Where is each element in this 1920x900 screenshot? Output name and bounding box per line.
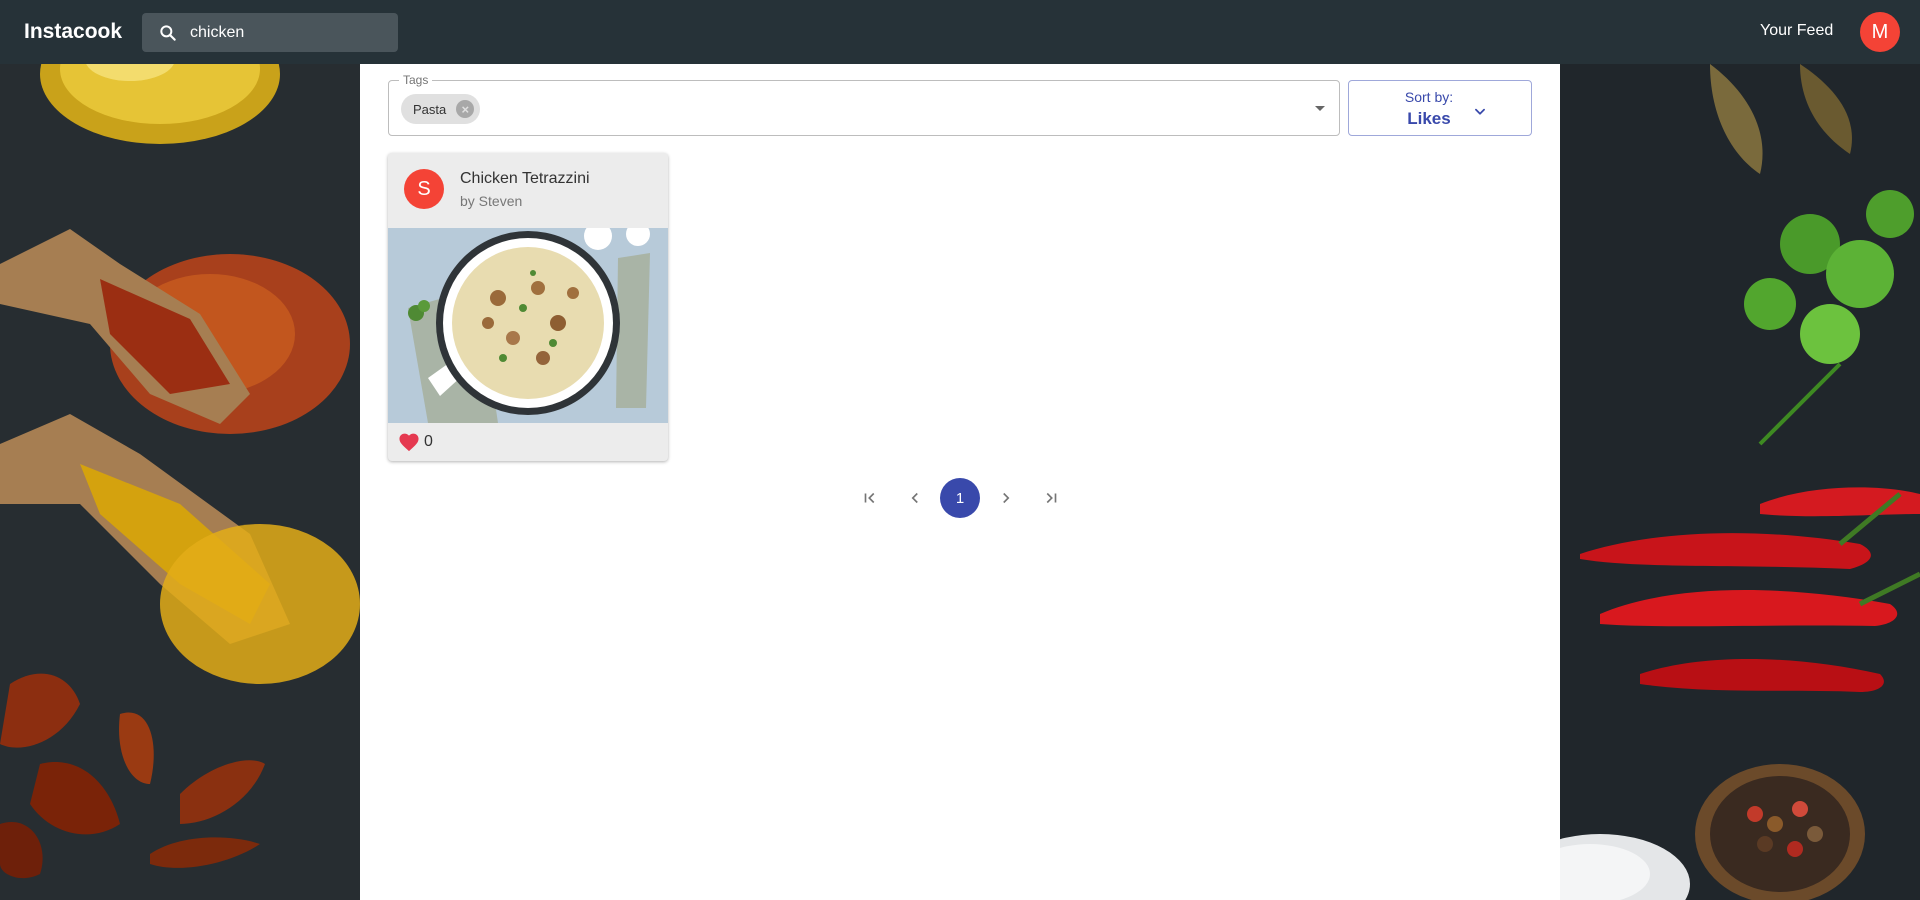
- next-page-button[interactable]: [986, 478, 1026, 518]
- chevron-down-icon: [1475, 108, 1485, 115]
- recipe-image[interactable]: [388, 228, 668, 423]
- your-feed-link[interactable]: Your Feed: [1760, 22, 1833, 40]
- recipe-author: by Steven: [460, 193, 523, 209]
- chevron-left-icon: [911, 492, 918, 504]
- sort-button[interactable]: Sort by: Likes: [1348, 80, 1532, 136]
- tags-label: Tags: [399, 73, 433, 87]
- card-footer: 0: [398, 432, 433, 452]
- tags-select[interactable]: Tags Pasta ×: [388, 73, 1340, 136]
- page-button-current[interactable]: 1: [940, 478, 980, 518]
- last-page-button[interactable]: [1031, 478, 1071, 518]
- tag-chip-label: Pasta: [413, 101, 447, 117]
- pagination: 1: [850, 478, 1070, 518]
- heart-icon[interactable]: [398, 432, 420, 452]
- author-avatar: S: [404, 169, 444, 209]
- search-box[interactable]: [142, 13, 398, 52]
- search-icon: [160, 24, 176, 41]
- search-input[interactable]: [190, 23, 380, 42]
- previous-page-button[interactable]: [895, 478, 935, 518]
- main-content: Tags Pasta × Sort by: Likes S Chicken Te…: [360, 64, 1560, 900]
- background-herbs-image: [1560, 64, 1920, 900]
- remove-tag-icon[interactable]: ×: [456, 100, 475, 118]
- chevron-right-icon: [1003, 492, 1010, 504]
- first-page-button[interactable]: [850, 478, 890, 518]
- recipe-card[interactable]: S Chicken Tetrazzini by Steven 0: [388, 153, 668, 461]
- dropdown-arrow-icon[interactable]: [1315, 106, 1325, 111]
- app-logo[interactable]: Instacook: [24, 20, 122, 44]
- background-spices-image: [0, 64, 360, 900]
- user-avatar[interactable]: M: [1860, 12, 1900, 52]
- top-app-bar: Instacook Your Feed M: [0, 0, 1920, 64]
- last-page-icon: [1046, 492, 1057, 504]
- first-page-icon: [864, 492, 875, 504]
- recipe-title[interactable]: Chicken Tetrazzini: [460, 170, 590, 188]
- like-count: 0: [424, 433, 433, 450]
- sort-caption: Sort by:: [1404, 89, 1454, 105]
- tag-chip-pasta[interactable]: Pasta ×: [401, 94, 481, 124]
